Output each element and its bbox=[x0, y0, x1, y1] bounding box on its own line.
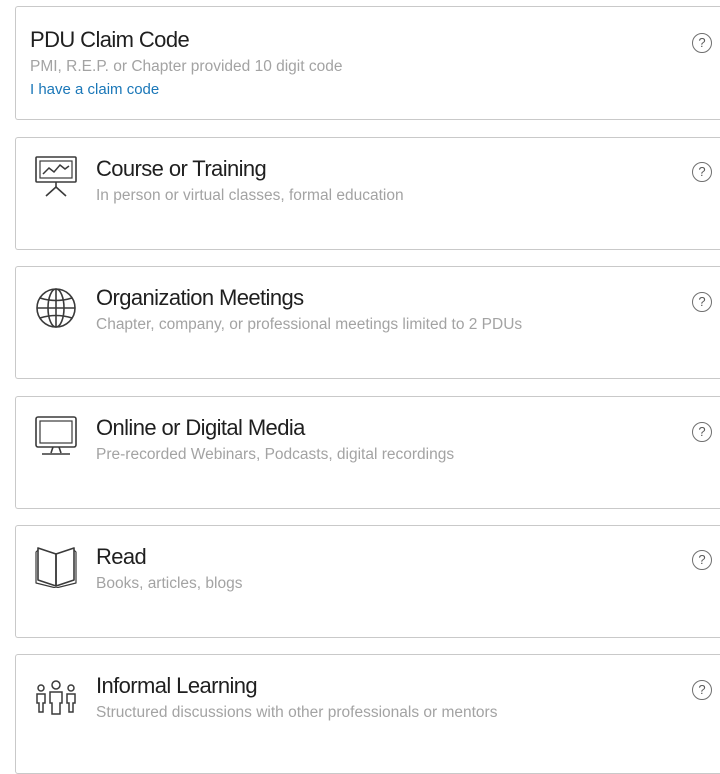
card-description: PMI, R.E.P. or Chapter provided 10 digit… bbox=[30, 58, 343, 75]
people-group-icon bbox=[34, 675, 78, 719]
card-description: Structured discussions with other profes… bbox=[96, 704, 498, 721]
card-description: Chapter, company, or professional meetin… bbox=[96, 316, 523, 333]
card-title: Organization Meetings bbox=[96, 285, 304, 310]
card-description: Pre-recorded Webinars, Podcasts, digital… bbox=[96, 446, 455, 463]
help-icon[interactable]: ? bbox=[692, 162, 712, 182]
open-book-icon bbox=[34, 544, 78, 588]
card-organization-meetings[interactable]: Organization Meetings Chapter, company, … bbox=[15, 266, 720, 379]
card-title: Course or Training bbox=[96, 156, 267, 181]
card-title: Online or Digital Media bbox=[96, 415, 305, 440]
card-course-or-training[interactable]: Course or Training In person or virtual … bbox=[15, 137, 720, 250]
help-icon[interactable]: ? bbox=[692, 292, 712, 312]
card-description: In person or virtual classes, formal edu… bbox=[96, 187, 404, 204]
card-description: Books, articles, blogs bbox=[96, 575, 243, 592]
monitor-icon bbox=[34, 414, 78, 458]
card-read[interactable]: Read Books, articles, blogs ? bbox=[15, 525, 720, 638]
help-icon[interactable]: ? bbox=[692, 680, 712, 700]
presentation-easel-icon bbox=[34, 154, 78, 198]
help-icon[interactable]: ? bbox=[692, 422, 712, 442]
card-informal-learning[interactable]: Informal Learning Structured discussions… bbox=[15, 654, 720, 774]
card-title: Read bbox=[96, 544, 147, 569]
card-online-or-digital-media[interactable]: Online or Digital Media Pre-recorded Web… bbox=[15, 396, 720, 509]
card-title: PDU Claim Code bbox=[30, 27, 190, 52]
card-title: Informal Learning bbox=[96, 673, 258, 698]
help-icon[interactable]: ? bbox=[692, 550, 712, 570]
card-pdu-claim-code[interactable]: PDU Claim Code PMI, R.E.P. or Chapter pr… bbox=[15, 6, 720, 120]
help-icon[interactable]: ? bbox=[692, 33, 712, 53]
globe-icon bbox=[34, 286, 78, 330]
claim-code-link[interactable]: I have a claim code bbox=[30, 81, 159, 98]
